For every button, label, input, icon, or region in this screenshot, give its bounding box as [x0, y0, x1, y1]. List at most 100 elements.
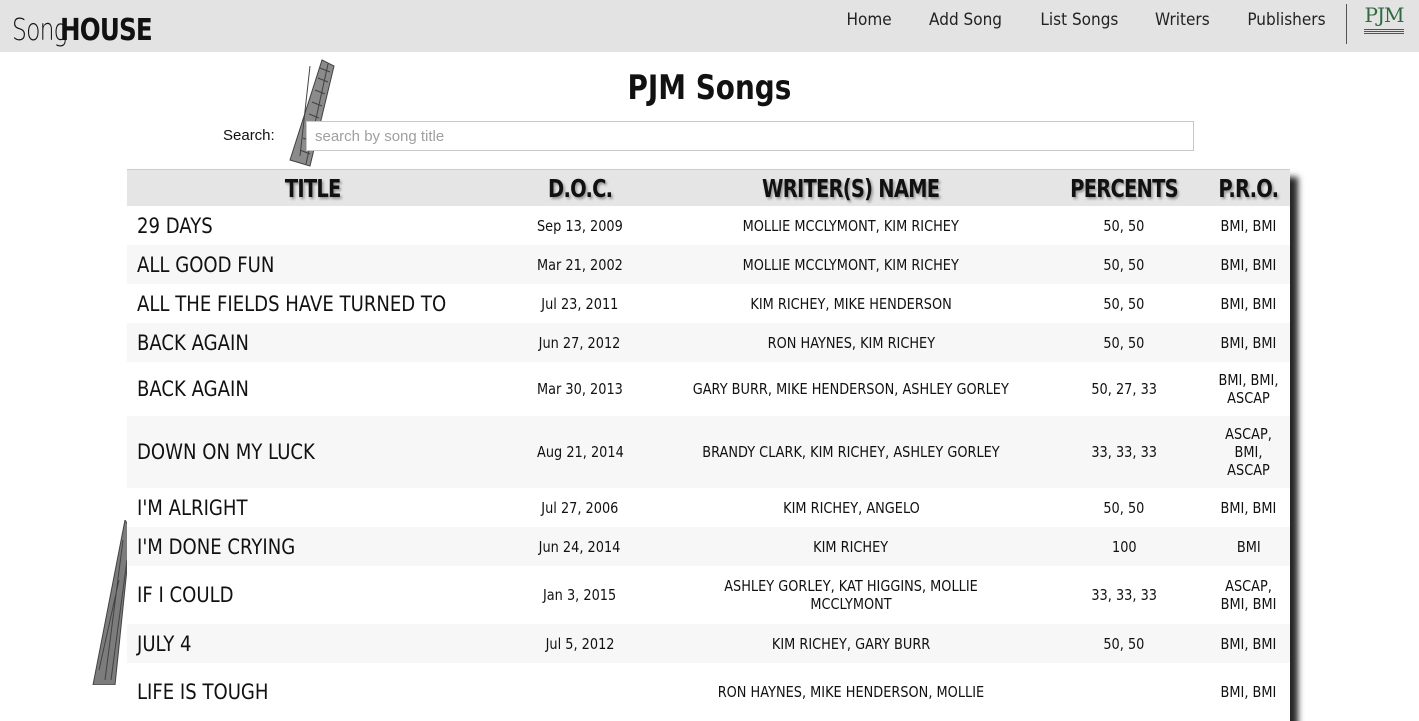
song-title[interactable]: I'M ALRIGHT — [127, 488, 499, 527]
song-percents-text: 50, 50 — [1103, 294, 1145, 313]
song-percents-text: 33, 33, 33 — [1091, 443, 1157, 461]
nav-links: Home Add Song List Songs Writers Publish… — [814, 0, 1330, 40]
song-title-text: LIFE IS TOUGH — [137, 680, 269, 704]
song-title[interactable]: I'M DONE CRYING — [127, 527, 499, 566]
search-label: Search: — [223, 127, 275, 144]
table-row[interactable]: BACK AGAIN Jun 27, 2012 RON HAYNES, KIM … — [127, 323, 1290, 362]
song-doc: Jul 23, 2011 — [499, 284, 661, 323]
table-row[interactable]: I'M DONE CRYING Jun 24, 2014 KIM RICHEY … — [127, 527, 1290, 566]
pjm-logo[interactable]: PJM — [1360, 2, 1408, 42]
song-writers-text: RON HAYNES, MIKE HENDERSON, MOLLIE — [717, 683, 985, 701]
song-doc-text: Jun 24, 2014 — [539, 537, 621, 556]
table-row[interactable]: I'M ALRIGHT Jul 27, 2006 KIM RICHEY, ANG… — [127, 488, 1290, 527]
song-percents-text: 50, 50 — [1103, 333, 1145, 352]
song-title-text: BACK AGAIN — [137, 377, 249, 401]
song-pro: BMI — [1207, 527, 1290, 566]
nav-list-songs[interactable]: List Songs — [1040, 10, 1118, 30]
column-header-writers[interactable]: WRITER(S) NAME — [661, 169, 1041, 206]
song-writers-text: RON HAYNES, KIM RICHEY — [767, 333, 935, 352]
song-doc: Jul 27, 2006 — [499, 488, 661, 527]
song-pro: BMI, BMI, ASCAP — [1207, 362, 1290, 416]
column-header-label: WRITER(S) NAME — [762, 173, 940, 203]
song-writers: KIM RICHEY, ANGELO — [661, 488, 1041, 527]
song-pro-text: BMI, BMI — [1220, 255, 1277, 274]
song-pro: BMI, BMI — [1207, 488, 1290, 527]
song-writers-text: BRANDY CLARK, KIM RICHEY, ASHLEY GORLEY — [702, 443, 1000, 461]
song-title[interactable]: ALL THE FIELDS HAVE TURNED TO — [127, 284, 499, 323]
song-title[interactable]: 29 DAYS — [127, 206, 499, 245]
logo-rule — [1364, 31, 1404, 32]
song-writers: RON HAYNES, KIM RICHEY — [661, 323, 1041, 362]
song-percents-text: 100 — [1111, 537, 1137, 556]
nav-home[interactable]: Home — [847, 10, 892, 30]
songhouse-logo[interactable]: Song HOUSE — [12, 4, 172, 48]
song-pro-text: BMI, BMI — [1220, 294, 1277, 313]
song-pro-text: BMI, BMI — [1220, 216, 1277, 235]
song-title-text: 29 DAYS — [137, 213, 213, 238]
songs-table: TITLE D.O.C. WRITER(S) NAME PERCENTS P.R… — [127, 169, 1290, 721]
song-title[interactable]: DOWN ON MY LUCK — [127, 416, 499, 488]
song-pro: BMI, BMI — [1207, 624, 1290, 663]
song-percents-text: 50, 50 — [1103, 216, 1145, 235]
song-pro: BMI, BMI — [1207, 206, 1290, 245]
table-row[interactable]: IF I COULD Jan 3, 2015 ASHLEY GORLEY, KA… — [127, 566, 1290, 624]
song-writers: BRANDY CLARK, KIM RICHEY, ASHLEY GORLEY — [661, 416, 1041, 488]
nav-add-song[interactable]: Add Song — [929, 10, 1002, 30]
song-writers: RON HAYNES, MIKE HENDERSON, MOLLIE — [661, 663, 1041, 721]
song-pro: BMI, BMI — [1207, 663, 1290, 721]
song-percents: 50, 50 — [1041, 284, 1207, 323]
column-header-pro[interactable]: P.R.O. — [1207, 169, 1290, 206]
table-row[interactable]: ALL THE FIELDS HAVE TURNED TO Jul 23, 20… — [127, 284, 1290, 323]
column-header-doc[interactable]: D.O.C. — [499, 169, 661, 206]
song-doc-text: Mar 30, 2013 — [537, 380, 623, 398]
song-writers-text: MOLLIE MCCLYMONT, KIM RICHEY — [742, 255, 960, 274]
song-title[interactable]: IF I COULD — [127, 566, 499, 624]
table-row[interactable]: BACK AGAIN Mar 30, 2013 GARY BURR, MIKE … — [127, 362, 1290, 416]
song-title-text: JULY 4 — [137, 631, 192, 656]
song-percents-text: 50, 27, 33 — [1091, 380, 1157, 398]
song-percents: 50, 50 — [1041, 488, 1207, 527]
song-title[interactable]: JULY 4 — [127, 624, 499, 663]
song-doc: Jun 27, 2012 — [499, 323, 661, 362]
song-title[interactable]: ALL GOOD FUN — [127, 245, 499, 284]
page-title: PJM Songs — [627, 68, 792, 108]
song-pro-text: BMI — [1236, 537, 1261, 556]
table-row[interactable]: ALL GOOD FUN Mar 21, 2002 MOLLIE MCCLYMO… — [127, 245, 1290, 284]
search-input[interactable] — [306, 121, 1194, 151]
table-row[interactable]: JULY 4 Jul 5, 2012 KIM RICHEY, GARY BURR… — [127, 624, 1290, 663]
song-doc: Sep 13, 2009 — [499, 206, 661, 245]
song-writers-text: MOLLIE MCCLYMONT, KIM RICHEY — [742, 216, 960, 235]
table-row[interactable]: 29 DAYS Sep 13, 2009 MOLLIE MCCLYMONT, K… — [127, 206, 1290, 245]
song-title-text: ALL GOOD FUN — [137, 252, 275, 277]
song-title-text: I'M ALRIGHT — [137, 495, 248, 520]
song-pro-text: BMI, BMI — [1220, 333, 1277, 352]
song-writers-text: KIM RICHEY — [813, 537, 889, 556]
table-row[interactable]: LIFE IS TOUGH RON HAYNES, MIKE HENDERSON… — [127, 663, 1290, 721]
song-pro: BMI, BMI — [1207, 323, 1290, 362]
song-title-text: BACK AGAIN — [137, 330, 249, 355]
navbar: Song HOUSE Home Add Song List Songs Writ… — [0, 0, 1419, 52]
song-doc: Aug 21, 2014 — [499, 416, 661, 488]
brand-song: Song — [12, 13, 68, 48]
song-writers-text: KIM RICHEY, GARY BURR — [771, 634, 931, 653]
nav-writers[interactable]: Writers — [1155, 10, 1210, 30]
song-pro: ASCAP, BMI, ASCAP — [1207, 416, 1290, 488]
column-header-title[interactable]: TITLE — [127, 169, 499, 206]
table-row[interactable]: DOWN ON MY LUCK Aug 21, 2014 BRANDY CLAR… — [127, 416, 1290, 488]
song-title[interactable]: BACK AGAIN — [127, 323, 499, 362]
column-header-percents[interactable]: PERCENTS — [1041, 169, 1207, 206]
song-title[interactable]: BACK AGAIN — [127, 362, 499, 416]
column-header-label: TITLE — [285, 173, 341, 203]
song-percents: 50, 50 — [1041, 245, 1207, 284]
song-percents-text: 33, 33, 33 — [1091, 586, 1157, 604]
nav-publishers[interactable]: Publishers — [1247, 10, 1325, 30]
song-title-text: DOWN ON MY LUCK — [137, 440, 315, 464]
song-doc-text: Aug 21, 2014 — [536, 443, 624, 461]
song-pro: BMI, BMI — [1207, 245, 1290, 284]
song-pro-text: BMI, BMI, ASCAP — [1218, 371, 1279, 407]
song-title[interactable]: LIFE IS TOUGH — [127, 663, 499, 721]
song-doc: Jun 24, 2014 — [499, 527, 661, 566]
song-writers-text: KIM RICHEY, MIKE HENDERSON — [750, 294, 952, 313]
song-title-text: ALL THE FIELDS HAVE TURNED TO — [137, 291, 447, 316]
song-writers: GARY BURR, MIKE HENDERSON, ASHLEY GORLEY — [661, 362, 1041, 416]
